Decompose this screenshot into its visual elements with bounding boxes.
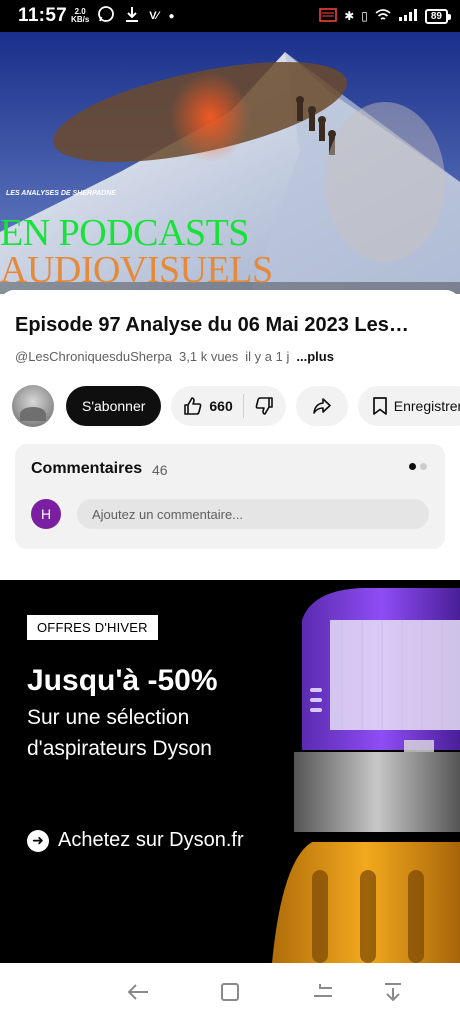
save-button[interactable]: Enregistrer [357, 386, 460, 426]
video-overlay-line1: EN PODCASTS [0, 212, 249, 254]
save-label: Enregistrer [393, 398, 460, 414]
arrow-down-bar-icon [382, 981, 404, 1008]
video-title[interactable]: Episode 97 Analyse du 06 Mai 2023 Les… [15, 314, 447, 337]
ad-headline: Jusqu'à -50% [27, 664, 218, 697]
whatsapp-icon [97, 5, 115, 27]
home-button[interactable] [217, 981, 243, 1007]
ad-cta-label: Achetez sur Dyson.fr [58, 829, 244, 851]
vibrate-icon: ▯ [361, 9, 368, 23]
status-bar: 11:57 2.0 KB/s V⁄ ● ✱ ▯ 89 [0, 0, 460, 32]
status-time: 11:57 [18, 5, 68, 26]
recents-button[interactable] [310, 981, 336, 1007]
comments-panel[interactable]: Commentaires 46 H Ajoutez un commentaire… [15, 444, 445, 549]
comments-count: 46 [152, 462, 168, 478]
video-player[interactable]: LES ANALYSES DE SHERPADNE EN PODCASTS AU… [0, 32, 460, 294]
cast-icon [319, 7, 337, 25]
back-arrow-icon [126, 982, 150, 1007]
dyson-ad[interactable]: OFFRES D'HIVER Jusqu'à -50% Sur une séle… [0, 580, 460, 963]
video-brand-text: LES ANALYSES DE SHERPADNE [6, 190, 116, 197]
pager-dot-active [409, 463, 416, 470]
channel-avatar[interactable] [12, 385, 54, 427]
pager-dots [409, 463, 427, 470]
comment-input[interactable]: Ajoutez un commentaire... [77, 499, 429, 529]
ad-subtitle-line1: Sur une sélection [27, 706, 190, 729]
upload-age: il y a 1 j [245, 349, 290, 364]
video-overlay-line2: AUDIOVISUELS [0, 249, 273, 291]
ad-badge: OFFRES D'HIVER [27, 615, 158, 640]
share-button[interactable] [295, 386, 348, 426]
download-icon [125, 6, 139, 26]
subscribe-button[interactable]: S'abonner [66, 386, 162, 426]
thumbs-down-icon [254, 396, 274, 416]
network-speed: 2.0 KB/s [71, 7, 90, 24]
vi-icon: V⁄ [149, 10, 159, 22]
ad-subtitle-line2: d'aspirateurs Dyson [27, 737, 212, 760]
thumbs-up-icon [183, 396, 203, 416]
like-button[interactable]: 660 [183, 394, 244, 418]
user-avatar: H [31, 499, 61, 529]
show-more-link[interactable]: ...plus [296, 349, 334, 364]
video-meta[interactable]: @LesChroniquesduSherpa 3,1 k vues il y a… [15, 349, 334, 364]
bookmark-icon [372, 396, 388, 416]
action-row: S'abonner 660 Enregistrer [12, 384, 460, 428]
like-dislike-group: 660 [171, 386, 286, 426]
hide-nav-button[interactable] [380, 981, 406, 1007]
pager-dot [420, 463, 427, 470]
view-count: 3,1 k vues [179, 349, 239, 364]
vacuum-product-image [272, 588, 460, 963]
back-button[interactable] [125, 981, 151, 1007]
channel-handle[interactable]: @LesChroniquesduSherpa [15, 349, 172, 364]
arrow-right-icon: ➜ [27, 829, 49, 852]
signal-icon [398, 8, 418, 24]
dot-icon: ● [168, 10, 175, 22]
switch-icon [312, 982, 334, 1007]
video-details: Episode 97 Analyse du 06 Mai 2023 Les… @… [0, 290, 460, 580]
like-count: 660 [209, 398, 233, 414]
bluetooth-icon: ✱ [344, 9, 355, 23]
wifi-icon [375, 8, 391, 24]
square-icon [220, 982, 240, 1007]
battery-icon: 89 [424, 8, 452, 24]
system-nav-bar [0, 963, 460, 1024]
ad-cta-link[interactable]: ➜ Achetez sur Dyson.fr [27, 829, 244, 852]
comments-title: Commentaires [31, 460, 143, 477]
dislike-button[interactable] [244, 396, 286, 416]
share-icon [312, 397, 332, 415]
